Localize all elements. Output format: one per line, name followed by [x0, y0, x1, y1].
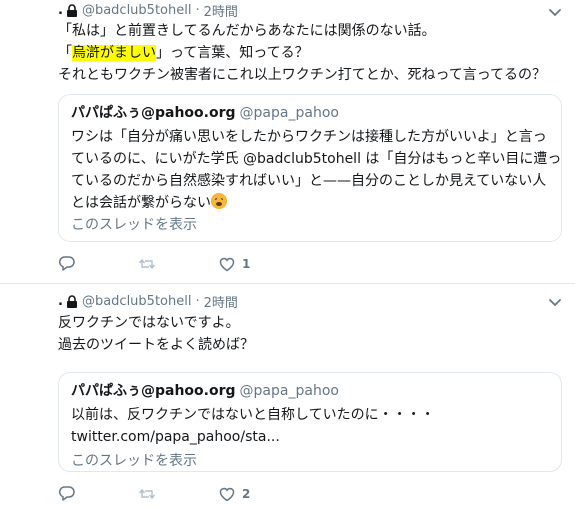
quoted-tweet-header: パパぱふぅ@pahoo.org @papa_pahoo — [71, 381, 549, 401]
like-count: 2 — [242, 487, 251, 501]
retweet-button[interactable] — [138, 485, 218, 503]
weary-face-emoji — [211, 193, 227, 209]
quoted-line: ているのだから自然感染すればいい」と——自分のことしか見えていない人 — [71, 173, 547, 189]
retweet-icon — [138, 258, 156, 270]
quoted-tweet[interactable]: パパぱふぅ@pahoo.org @papa_pahoo 以前は、反ワクチンではない… — [58, 372, 562, 472]
quoted-link[interactable]: twitter.com/papa_pahoo/sta... — [71, 426, 549, 448]
show-thread-link[interactable]: このスレッドを表示 — [71, 451, 549, 471]
quoted-line: 以前は、反ワクチンではないと自称していたのに・・・・ — [71, 407, 435, 423]
display-name[interactable]: . — [58, 3, 63, 18]
tweet-header: . @badclub5tohell · 2時間 — [58, 292, 238, 311]
quoted-line: ワシは「自分が痛い思いをしたからワクチンは接種した方がいいよ」と言っ — [71, 129, 547, 145]
like-button[interactable]: 2 — [218, 485, 298, 503]
user-handle[interactable]: @badclub5tohell — [82, 3, 192, 18]
reply-icon — [58, 256, 75, 271]
tweet-line: 「烏滸がましい」って言葉、知ってる？ — [58, 45, 309, 61]
reply-button[interactable] — [58, 255, 138, 273]
quoted-text: 以前は、反ワクチンではないと自称していたのに・・・・ twitter.com/p… — [71, 404, 549, 448]
like-count: 1 — [242, 257, 251, 271]
display-name[interactable]: . — [58, 294, 63, 309]
like-icon — [219, 487, 235, 502]
tweet-line: 反ワクチンではないですよ。 — [58, 315, 240, 331]
user-handle[interactable]: @badclub5tohell — [82, 294, 192, 309]
tweet-header: . @badclub5tohell · 2時間 — [58, 1, 238, 20]
quoted-line: ているのに、にいがた学氏 @badclub5tohell は「自分はもっと辛い目… — [71, 151, 562, 167]
retweet-icon — [138, 488, 156, 500]
quoted-display-name: パパぱふぅ@pahoo.org — [71, 383, 236, 399]
reply-icon — [58, 486, 75, 501]
quoted-tweet[interactable]: パパぱふぅ@pahoo.org @papa_pahoo ワシは「自分が痛い思いをし… — [58, 94, 562, 242]
tweet-text: 「私は」と前置きしてるんだからあなたには関係のない話。 「烏滸がましい」って言葉… — [58, 20, 546, 86]
show-thread-link[interactable]: このスレッドを表示 — [71, 215, 549, 235]
quoted-text: ワシは「自分が痛い思いをしたからワクチンは接種した方がいいよ」と言っ ているのに… — [71, 126, 562, 214]
quoted-handle: @papa_pahoo — [239, 383, 339, 399]
separator: · — [195, 293, 200, 309]
tweet[interactable]: . @badclub5tohell · 2時間 「私は」と前置きしてるんだからあ… — [0, 0, 575, 283]
like-icon — [219, 257, 235, 272]
tweet-actions: 1 — [58, 254, 298, 274]
tweet-line: 過去のツイートをよく読めば？ — [58, 337, 254, 353]
timestamp[interactable]: 2時間 — [204, 1, 238, 20]
caret-down-icon[interactable] — [547, 294, 563, 310]
tweet-actions: 2 — [58, 484, 298, 504]
retweet-button[interactable] — [138, 255, 218, 273]
caret-down-icon[interactable] — [547, 4, 563, 20]
tweet[interactable]: . @badclub5tohell · 2時間 反ワクチンではないですよ。 過去… — [0, 284, 575, 509]
lock-icon — [66, 294, 78, 308]
tweet-line: 「私は」と前置きしてるんだからあなたには関係のない話。 — [58, 23, 436, 39]
quoted-display-name: パパぱふぅ@pahoo.org — [71, 105, 236, 121]
tweet-text: 反ワクチンではないですよ。 過去のツイートをよく読めば？ — [58, 312, 254, 356]
timestamp[interactable]: 2時間 — [204, 292, 238, 311]
lock-icon — [66, 3, 78, 17]
reply-button[interactable] — [58, 485, 138, 503]
tweet-line: それともワクチン被害者にこれ以上ワクチン打てとか、死ねって言ってるの？ — [58, 67, 547, 83]
quoted-line: とは会話が繋がらない — [71, 192, 549, 214]
highlighted-word: 烏滸がましい — [72, 45, 156, 61]
quoted-handle: @papa_pahoo — [239, 105, 339, 121]
separator: · — [195, 2, 200, 18]
quoted-tweet-header: パパぱふぅ@pahoo.org @papa_pahoo — [71, 103, 549, 123]
like-button[interactable]: 1 — [218, 255, 298, 273]
